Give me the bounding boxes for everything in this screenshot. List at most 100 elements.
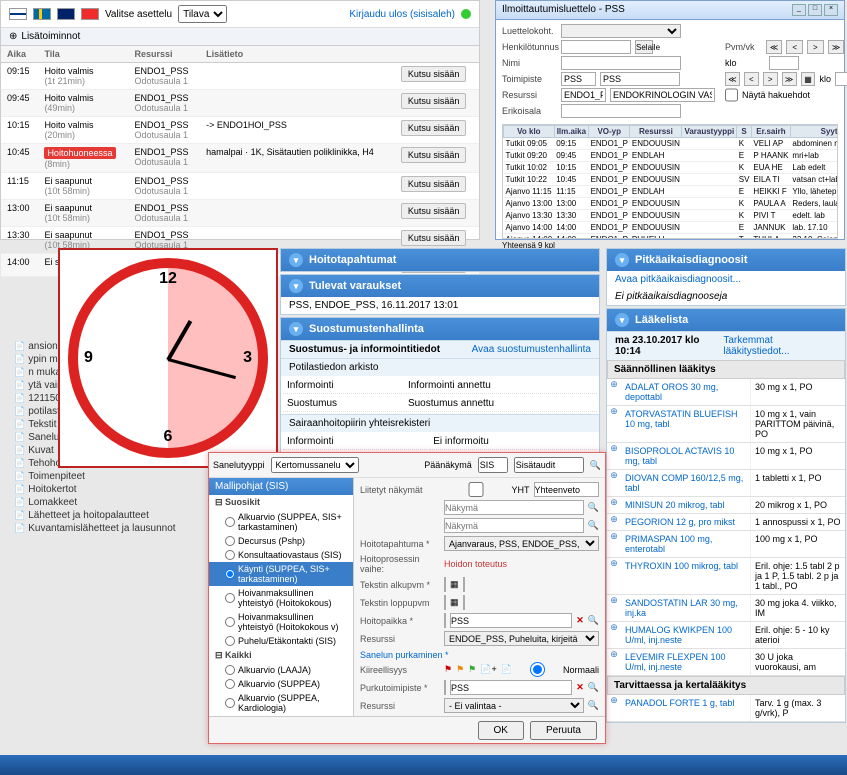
view2-input[interactable] [444, 500, 584, 515]
select-button[interactable]: Selaile [635, 40, 653, 54]
table-row[interactable]: Tutkit 09:0509:15ENDO1_PENDOUUSINKVELI A… [504, 138, 839, 150]
start-date-input[interactable] [444, 577, 446, 592]
spec-input[interactable] [561, 104, 681, 118]
flag-green-icon[interactable]: ⚑ [468, 664, 476, 675]
flag-fi-icon[interactable] [9, 8, 27, 20]
template-option[interactable]: Alkuarvio (SUPPEA, Kardiologia) [209, 691, 353, 715]
open-diagnoses-link[interactable]: Avaa pitkäaikaisdiagnoosit... [615, 274, 741, 285]
lookup-icon[interactable]: 🔍 [588, 700, 599, 711]
doc-icon[interactable]: 📄 [501, 664, 512, 675]
mainview-code-input[interactable] [478, 457, 508, 473]
table-row[interactable]: Ajanvo 14:0014:00ENDO1_PPUHELUTTUULA23.1… [504, 234, 839, 240]
med-row[interactable]: ⊕HUMALOG KWIKPEN 100 U/ml, inj.nesteEril… [607, 622, 845, 649]
template-option[interactable]: Käynti (SUPPEA, SIS+ tarkastaminen) [209, 562, 353, 586]
time-from-input[interactable] [769, 56, 799, 70]
med-row[interactable]: ⊕THYROXIN 100 mikrog, tablEril. ohje: 1.… [607, 558, 845, 595]
view3-input[interactable] [444, 518, 584, 533]
layout-select[interactable]: Tilava [178, 5, 227, 23]
place-code-input[interactable] [444, 613, 446, 628]
table-row[interactable]: 11:15Ei saapunut(10t 58min)ENDO1_PSSOdot… [1, 173, 479, 200]
table-row[interactable]: 13:00Ei saapunut(10t 58min)ENDO1_PSSOdot… [1, 200, 479, 227]
calendar-icon[interactable]: ▦ [450, 597, 459, 608]
urgency-normal-radio[interactable] [516, 662, 559, 677]
med-details-link[interactable]: Tarkemmat lääkitystiedot... [723, 335, 837, 357]
date-next-button[interactable]: > [807, 40, 824, 54]
logout-link[interactable]: Kirjaudu ulos (sisisaleh) [349, 9, 455, 20]
date-prev-button[interactable]: < [786, 40, 803, 54]
call-in-button[interactable]: Kutsu sisään [401, 230, 467, 246]
sidebar-item[interactable]: Lähetteet ja hoitopalautteet [0, 509, 210, 522]
template-option[interactable]: Decursus (Pshp) [209, 534, 353, 548]
template-option[interactable]: Alkuarvio (SUPPEA, SIS+ tarkastaminen) [209, 715, 353, 716]
person-input[interactable] [561, 40, 631, 54]
call-in-button[interactable]: Kutsu sisään [401, 176, 467, 192]
name-input[interactable] [561, 56, 681, 70]
place-name-input[interactable] [450, 613, 572, 628]
date-last-button[interactable]: ≫ [828, 40, 845, 54]
table-row[interactable]: Tutkit 09:2009:45ENDO1_PENDLAHEP HAANKmr… [504, 150, 839, 162]
ok-button[interactable]: OK [478, 721, 524, 740]
calendar-icon[interactable]: ▦ [450, 579, 459, 590]
sidebar-item[interactable]: Lomakkeet [0, 496, 210, 509]
col-info[interactable]: Lisätieto [200, 46, 395, 63]
template-option[interactable]: Alkuarvio (LAAJA) [209, 663, 353, 677]
chevron-down-icon[interactable]: ▾ [289, 253, 303, 267]
call-in-button[interactable]: Kutsu sisään [401, 66, 467, 82]
end-date-input[interactable] [444, 595, 446, 610]
doc-plus-icon[interactable]: 📄+ [480, 664, 496, 675]
minimize-icon[interactable]: _ [792, 4, 806, 16]
unit-input2[interactable] [600, 72, 680, 86]
registration-grid[interactable]: Vo kloIlm.aikaVO-ypResurssiVaraustyyppiS… [502, 124, 838, 239]
template-option[interactable]: Hoivanmaksullinen yhteistyö (Hoitokokous… [209, 610, 353, 634]
call-in-button[interactable]: Kutsu sisään [401, 203, 467, 219]
sidebar-item[interactable]: Hoitokertot [0, 483, 210, 496]
template-option[interactable]: Alkuarvio (SUPPEA) [209, 677, 353, 691]
template-option[interactable]: Konsultaatiovastaus (SIS) [209, 548, 353, 562]
chevron-down-icon[interactable]: ▾ [289, 322, 303, 336]
hide-filters-checkbox[interactable] [725, 88, 738, 102]
time-to-input[interactable] [835, 72, 847, 86]
table-row[interactable]: 10:15Hoito valmis(20min)ENDO1_PSSOdotusa… [1, 117, 479, 144]
table-row[interactable]: Ajanvo 14:0014:00ENDO1_PENDOUUSINEJANNUK… [504, 222, 839, 234]
mainview-name-input[interactable] [514, 457, 584, 473]
table-row[interactable]: Tutkit 10:2210:45ENDO1_PENDOUUSINSVEILA … [504, 174, 839, 186]
med-row[interactable]: ⊕SANDOSTATIN LAR 30 mg, inj.ka30 mg joka… [607, 595, 845, 622]
flag-red-icon[interactable]: ⚑ [444, 664, 452, 675]
med-row[interactable]: ⊕DIOVAN COMP 160/12,5 mg, tabl1 tabletti… [607, 470, 845, 497]
lookup-icon[interactable]: 🔍 [588, 682, 599, 693]
col-resource[interactable]: Resurssi [129, 46, 201, 63]
chevron-down-icon[interactable]: ▾ [615, 313, 629, 327]
template-option[interactable]: Alkuarvio (SUPPEA, SIS+ tarkastaminen) [209, 510, 353, 534]
resource-select[interactable]: ENDOE_PSS, Puheluita, kirjeitä [444, 631, 599, 646]
clear-icon[interactable]: ✕ [576, 615, 584, 626]
close-icon[interactable]: × [824, 4, 838, 16]
start-time-input[interactable] [463, 577, 465, 592]
week-cal-button[interactable]: ▦ [801, 72, 816, 86]
med-row[interactable]: ⊕PANADOL FORTE 1 g, tablTarv. 1 g (max. … [607, 695, 845, 722]
table-row[interactable]: 09:15Hoito valmis(1t 21min)ENDO1_PSSOdot… [1, 63, 479, 90]
disunit-name-input[interactable] [450, 680, 572, 695]
call-in-button[interactable]: Kutsu sisään [401, 120, 467, 136]
event-select[interactable]: Ajanvaraus, PSS, ENDOE_PSS, 16.11.2017 k… [444, 536, 599, 551]
disunit-code-input[interactable] [444, 680, 446, 695]
flag-no-icon[interactable] [81, 8, 99, 20]
lookup-icon[interactable]: 🔍 [588, 615, 599, 626]
unit-input[interactable] [561, 72, 596, 86]
yht-checkbox[interactable] [444, 482, 508, 497]
table-row[interactable]: 09:45Hoito valmis(49min)ENDO1_PSSOdotusa… [1, 90, 479, 117]
table-row[interactable]: Ajanvo 13:3013:30ENDO1_PENDOUUSINKPIVI T… [504, 210, 839, 222]
week-last-button[interactable]: ≫ [782, 72, 797, 86]
col-status[interactable]: Tila [38, 46, 128, 63]
call-in-button[interactable]: Kutsu sisään [401, 147, 467, 163]
chevron-down-icon[interactable]: ▾ [289, 279, 303, 293]
table-row[interactable]: Ajanvo 13:0013:00ENDO1_PENDOUUSINKPAULA … [504, 198, 839, 210]
flag-orange-icon[interactable]: ⚑ [456, 664, 464, 675]
lookup-icon[interactable]: 🔍 [590, 460, 601, 471]
table-row[interactable]: Tutkit 10:0210:15ENDO1_PENDOUUSINKEUA HE… [504, 162, 839, 174]
lookup-icon[interactable]: 🔍 [588, 520, 599, 531]
extras-bar[interactable]: ⊕ Lisätoiminnot [1, 28, 479, 46]
med-row[interactable]: ⊕PEGORION 12 g, pro mikst1 annospussi x … [607, 514, 845, 531]
dictation-type-select[interactable]: Kertomussanelu [271, 457, 359, 473]
lookup-icon[interactable]: 🔍 [588, 502, 599, 513]
open-consent-link[interactable]: Avaa suostumustenhallinta [472, 344, 591, 355]
